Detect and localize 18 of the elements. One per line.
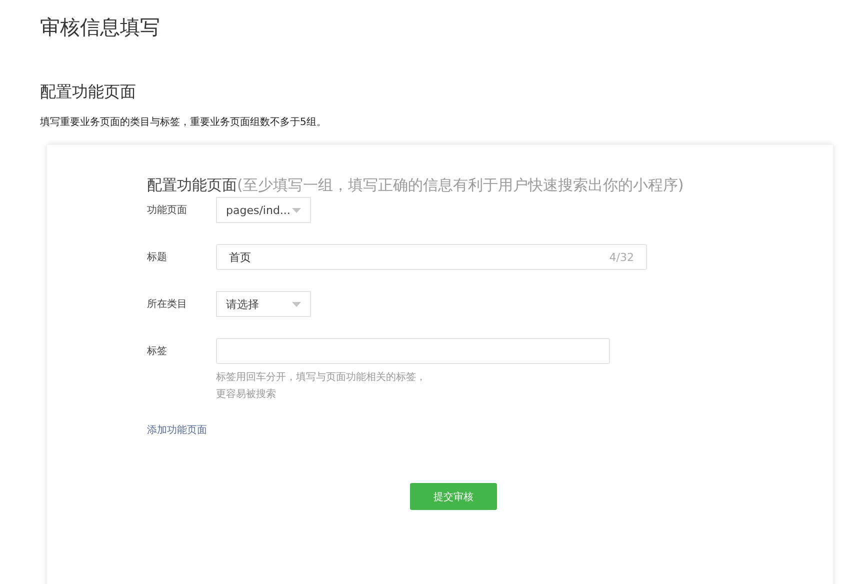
title-input-field[interactable]: 首页 4/32 <box>216 244 647 270</box>
hint-text: 更容易被搜索 <box>216 388 277 402</box>
field-label: 所在类目 <box>147 298 188 312</box>
hint-text: 标签用回车分开，填写与页面功能相关的标签， <box>216 370 427 385</box>
select-field[interactable]: 请选择 <box>216 291 311 317</box>
select-field[interactable]: pages/ind... <box>216 197 311 223</box>
caret-icon <box>292 302 301 306</box>
section-title: 配置功能页面 <box>40 81 137 103</box>
field-label: 标签 <box>147 344 168 359</box>
page-title: 审核信息填写 <box>40 14 161 40</box>
character-counter: 4/32 <box>609 250 634 264</box>
tags-input-field[interactable] <box>216 338 610 364</box>
field-label: 功能页面 <box>147 204 188 218</box>
card-heading: 配置功能页面(至少填写一组，填写正确的信息有利于用户快速搜索出你的小程序) <box>147 175 685 196</box>
field-label: 标题 <box>147 250 168 265</box>
section-description: 填写重要业务页面的类目与标签，重要业务页面组数不多于5组。 <box>40 116 328 130</box>
add-page-link[interactable]: 添加功能页面 <box>147 423 207 437</box>
caret-icon <box>292 208 301 212</box>
